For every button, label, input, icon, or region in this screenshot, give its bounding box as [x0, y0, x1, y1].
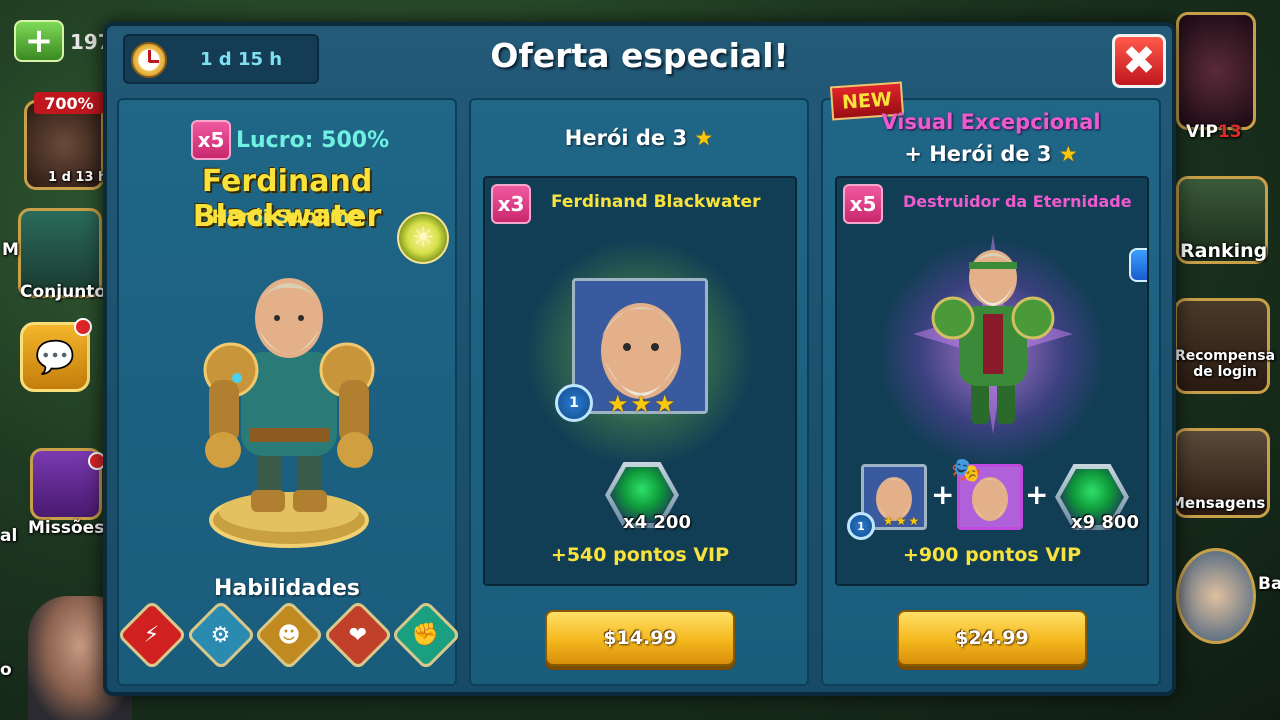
skin-figure[interactable] — [913, 234, 1073, 434]
offer2-multiplier: x5 — [843, 184, 883, 224]
offer-panel-1: Herói de 3 ★ x3 Ferdinand Blackwater 1 ★… — [469, 98, 809, 686]
offer1-item-name: Ferdinand Blackwater — [551, 192, 761, 212]
offer1-vip-points: +540 pontos VIP — [550, 544, 730, 566]
plus-icon: + — [1025, 478, 1049, 511]
login-reward-label: Recompensa de login — [1174, 348, 1276, 380]
skill-beast[interactable]: ☻ — [253, 599, 325, 671]
hero-info-panel: x5 Lucro: 500% Ferdinand Blackwater Heró… — [116, 98, 462, 686]
close-button[interactable]: ✖ — [1112, 34, 1166, 88]
offer1-multiplier: x3 — [491, 184, 531, 224]
vip-label: VIP13 — [1186, 122, 1242, 142]
lightning-icon: ⚡ — [144, 622, 160, 648]
hero-level-badge: 1 — [555, 384, 593, 422]
small-timer: 1 d 13 h — [48, 170, 108, 185]
right-side-menu: VIP13 Ranking Recompensa de login Mensag… — [1170, 0, 1280, 720]
hero-figure[interactable] — [179, 260, 399, 560]
thumb-stars: ★★★ — [883, 514, 922, 528]
add-resource-button[interactable]: + — [14, 20, 64, 62]
thumb-level-badge: 1 — [847, 512, 875, 540]
beast-icon: ☻ — [277, 622, 301, 648]
percent-badge: 700% — [34, 92, 104, 114]
right-label-ba: Ba — [1258, 574, 1280, 594]
offer2-gems-qty: x9 800 — [1071, 512, 1139, 533]
left-label-m: M — [2, 240, 19, 260]
offer2-content-box: x5 Destruidor da Eternidade i 1 ★ — [835, 176, 1149, 586]
skill-gear[interactable]: ⚙ — [185, 599, 256, 671]
left-label-al: al — [0, 526, 18, 546]
special-offer-modal: 1 d 15 h Oferta especial! ✖ x5 Lucro: 50… — [103, 22, 1176, 696]
ranking-label: Ranking — [1180, 240, 1268, 262]
left-label-o: o — [0, 660, 12, 680]
fist-icon: ✊ — [412, 622, 440, 648]
messages-label: Mensagens — [1170, 494, 1266, 512]
skills-row: ⚡ ⚙ ☻ ❤ ✊ — [116, 599, 462, 671]
skill-heart[interactable]: ❤ — [322, 599, 393, 671]
star-icon: ★ — [694, 126, 714, 150]
modal-title: Oferta especial! — [490, 36, 789, 75]
offer1-heading: Herói de 3 ★ — [564, 126, 714, 150]
heart-icon: ❤ — [348, 622, 367, 648]
hero-stars: ★★★ — [607, 390, 678, 418]
missions-label: Missões — [28, 518, 105, 538]
skill-lightning[interactable]: ⚡ — [116, 599, 188, 671]
gear-icon: ⚙ — [210, 622, 231, 648]
chat-bubble-icon: 💬 — [35, 338, 75, 376]
sets-label: Conjuntos — [20, 282, 117, 302]
star-icon: ★ — [1058, 142, 1078, 166]
multiplier-badge: x5 — [191, 120, 231, 160]
offer2-item-name: Destruidor da Eternidade — [903, 192, 1132, 211]
theater-mask-icon: 🎭 — [951, 456, 981, 484]
offer2-heading: + Herói de 3 ★ — [904, 142, 1078, 166]
offer-panel-2: NEW Visual Excepcional + Herói de 3 ★ x5… — [821, 81, 1161, 686]
chat-notification-dot — [74, 318, 92, 336]
vip-button[interactable] — [1176, 12, 1256, 130]
character-button[interactable] — [1176, 548, 1256, 644]
info-button[interactable]: i — [1129, 248, 1147, 282]
buy-button-24-99[interactable]: $24.99 — [897, 610, 1087, 666]
offer1-gems-qty: x4 200 — [623, 512, 691, 533]
skills-title: Habilidades — [214, 576, 360, 601]
skill-fist[interactable]: ✊ — [390, 599, 462, 671]
left-side-menu: + 197 700% 1 d 13 h Conjuntos M 💬 Missõe… — [0, 0, 132, 720]
profit-label: Lucro: 500% — [236, 128, 390, 153]
buy-button-14-99[interactable]: $14.99 — [545, 610, 735, 666]
offer2-visual-title: Visual Excepcional — [881, 110, 1101, 134]
light-element-icon[interactable]: ☀ — [397, 212, 449, 264]
close-icon: ✖ — [1122, 38, 1156, 84]
offer1-content-box: x3 Ferdinand Blackwater 1 ★★★ x4 200 +54… — [483, 176, 797, 586]
offer2-vip-points: +900 pontos VIP — [902, 544, 1082, 566]
